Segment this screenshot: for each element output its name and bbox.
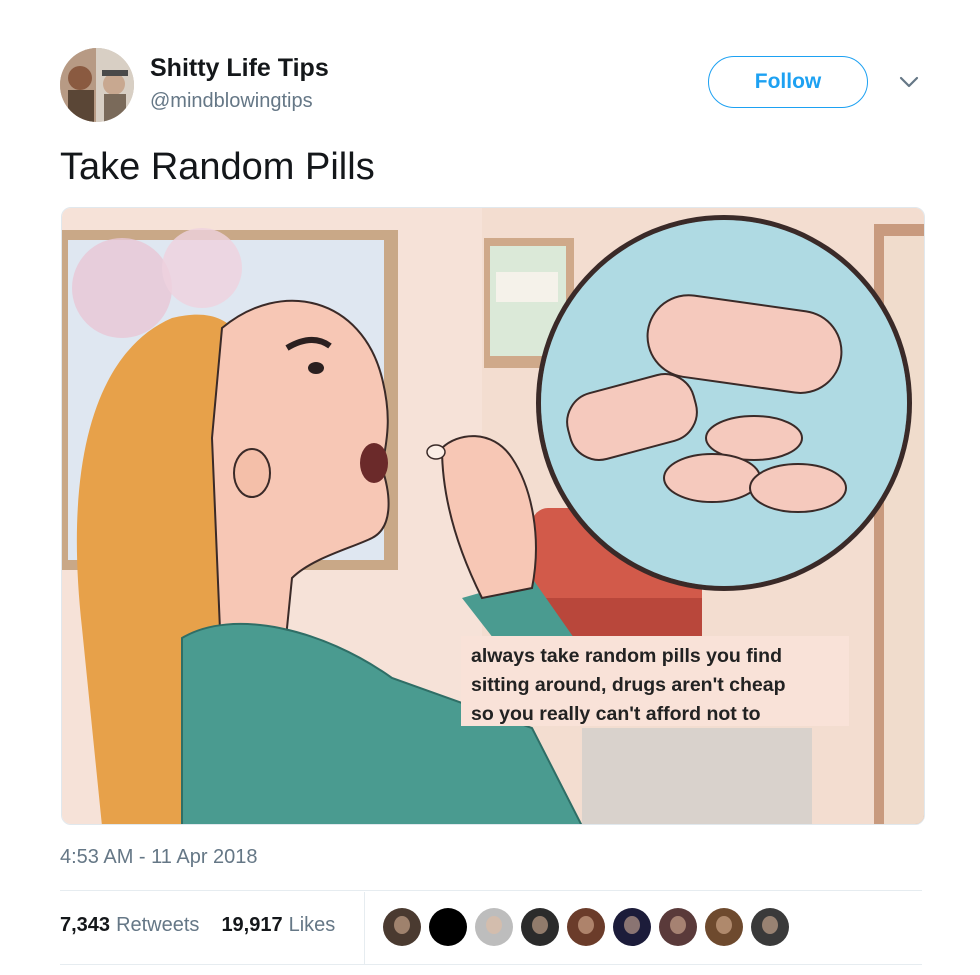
liker-avatar[interactable] — [705, 908, 743, 946]
liker-avatar[interactable] — [613, 908, 651, 946]
tweet-text: Take Random Pills — [60, 146, 375, 188]
avatar-face — [716, 916, 732, 934]
divider — [364, 892, 365, 964]
avatar-face — [670, 916, 686, 934]
author-handle[interactable]: @mindblowingtips — [150, 90, 313, 113]
liker-avatar[interactable] — [567, 908, 605, 946]
likes-label[interactable]: Likes — [289, 914, 336, 937]
likes-count[interactable]: 19,917 — [221, 914, 282, 937]
divider — [60, 964, 922, 965]
image-caption: always take random pills you find sittin… — [461, 636, 849, 726]
retweets-label[interactable]: Retweets — [116, 914, 199, 937]
tweet-image[interactable] — [61, 207, 925, 825]
liker-avatar[interactable] — [429, 908, 467, 946]
tweet-stats: 7,343 Retweets 19,917 Likes — [60, 914, 351, 937]
likers-avatars — [383, 908, 789, 946]
chevron-down-icon[interactable] — [898, 74, 920, 90]
divider — [60, 890, 922, 891]
author-avatar-image — [60, 48, 134, 122]
liker-avatar[interactable] — [521, 908, 559, 946]
retweets-count[interactable]: 7,343 — [60, 914, 110, 937]
avatar-face — [624, 916, 640, 934]
avatar-face — [394, 916, 410, 934]
avatar-face — [486, 916, 502, 934]
liker-avatar[interactable] — [475, 908, 513, 946]
follow-button[interactable]: Follow — [708, 56, 868, 108]
illustration-image — [62, 208, 924, 824]
avatar-face — [578, 916, 594, 934]
author-avatar[interactable] — [60, 48, 134, 122]
avatar-face — [762, 916, 778, 934]
tweet-timestamp[interactable]: 4:53 AM - 11 Apr 2018 — [60, 846, 258, 869]
author-name[interactable]: Shitty Life Tips — [150, 54, 329, 83]
liker-avatar[interactable] — [383, 908, 421, 946]
avatar-face — [532, 916, 548, 934]
liker-avatar[interactable] — [751, 908, 789, 946]
liker-avatar[interactable] — [659, 908, 697, 946]
